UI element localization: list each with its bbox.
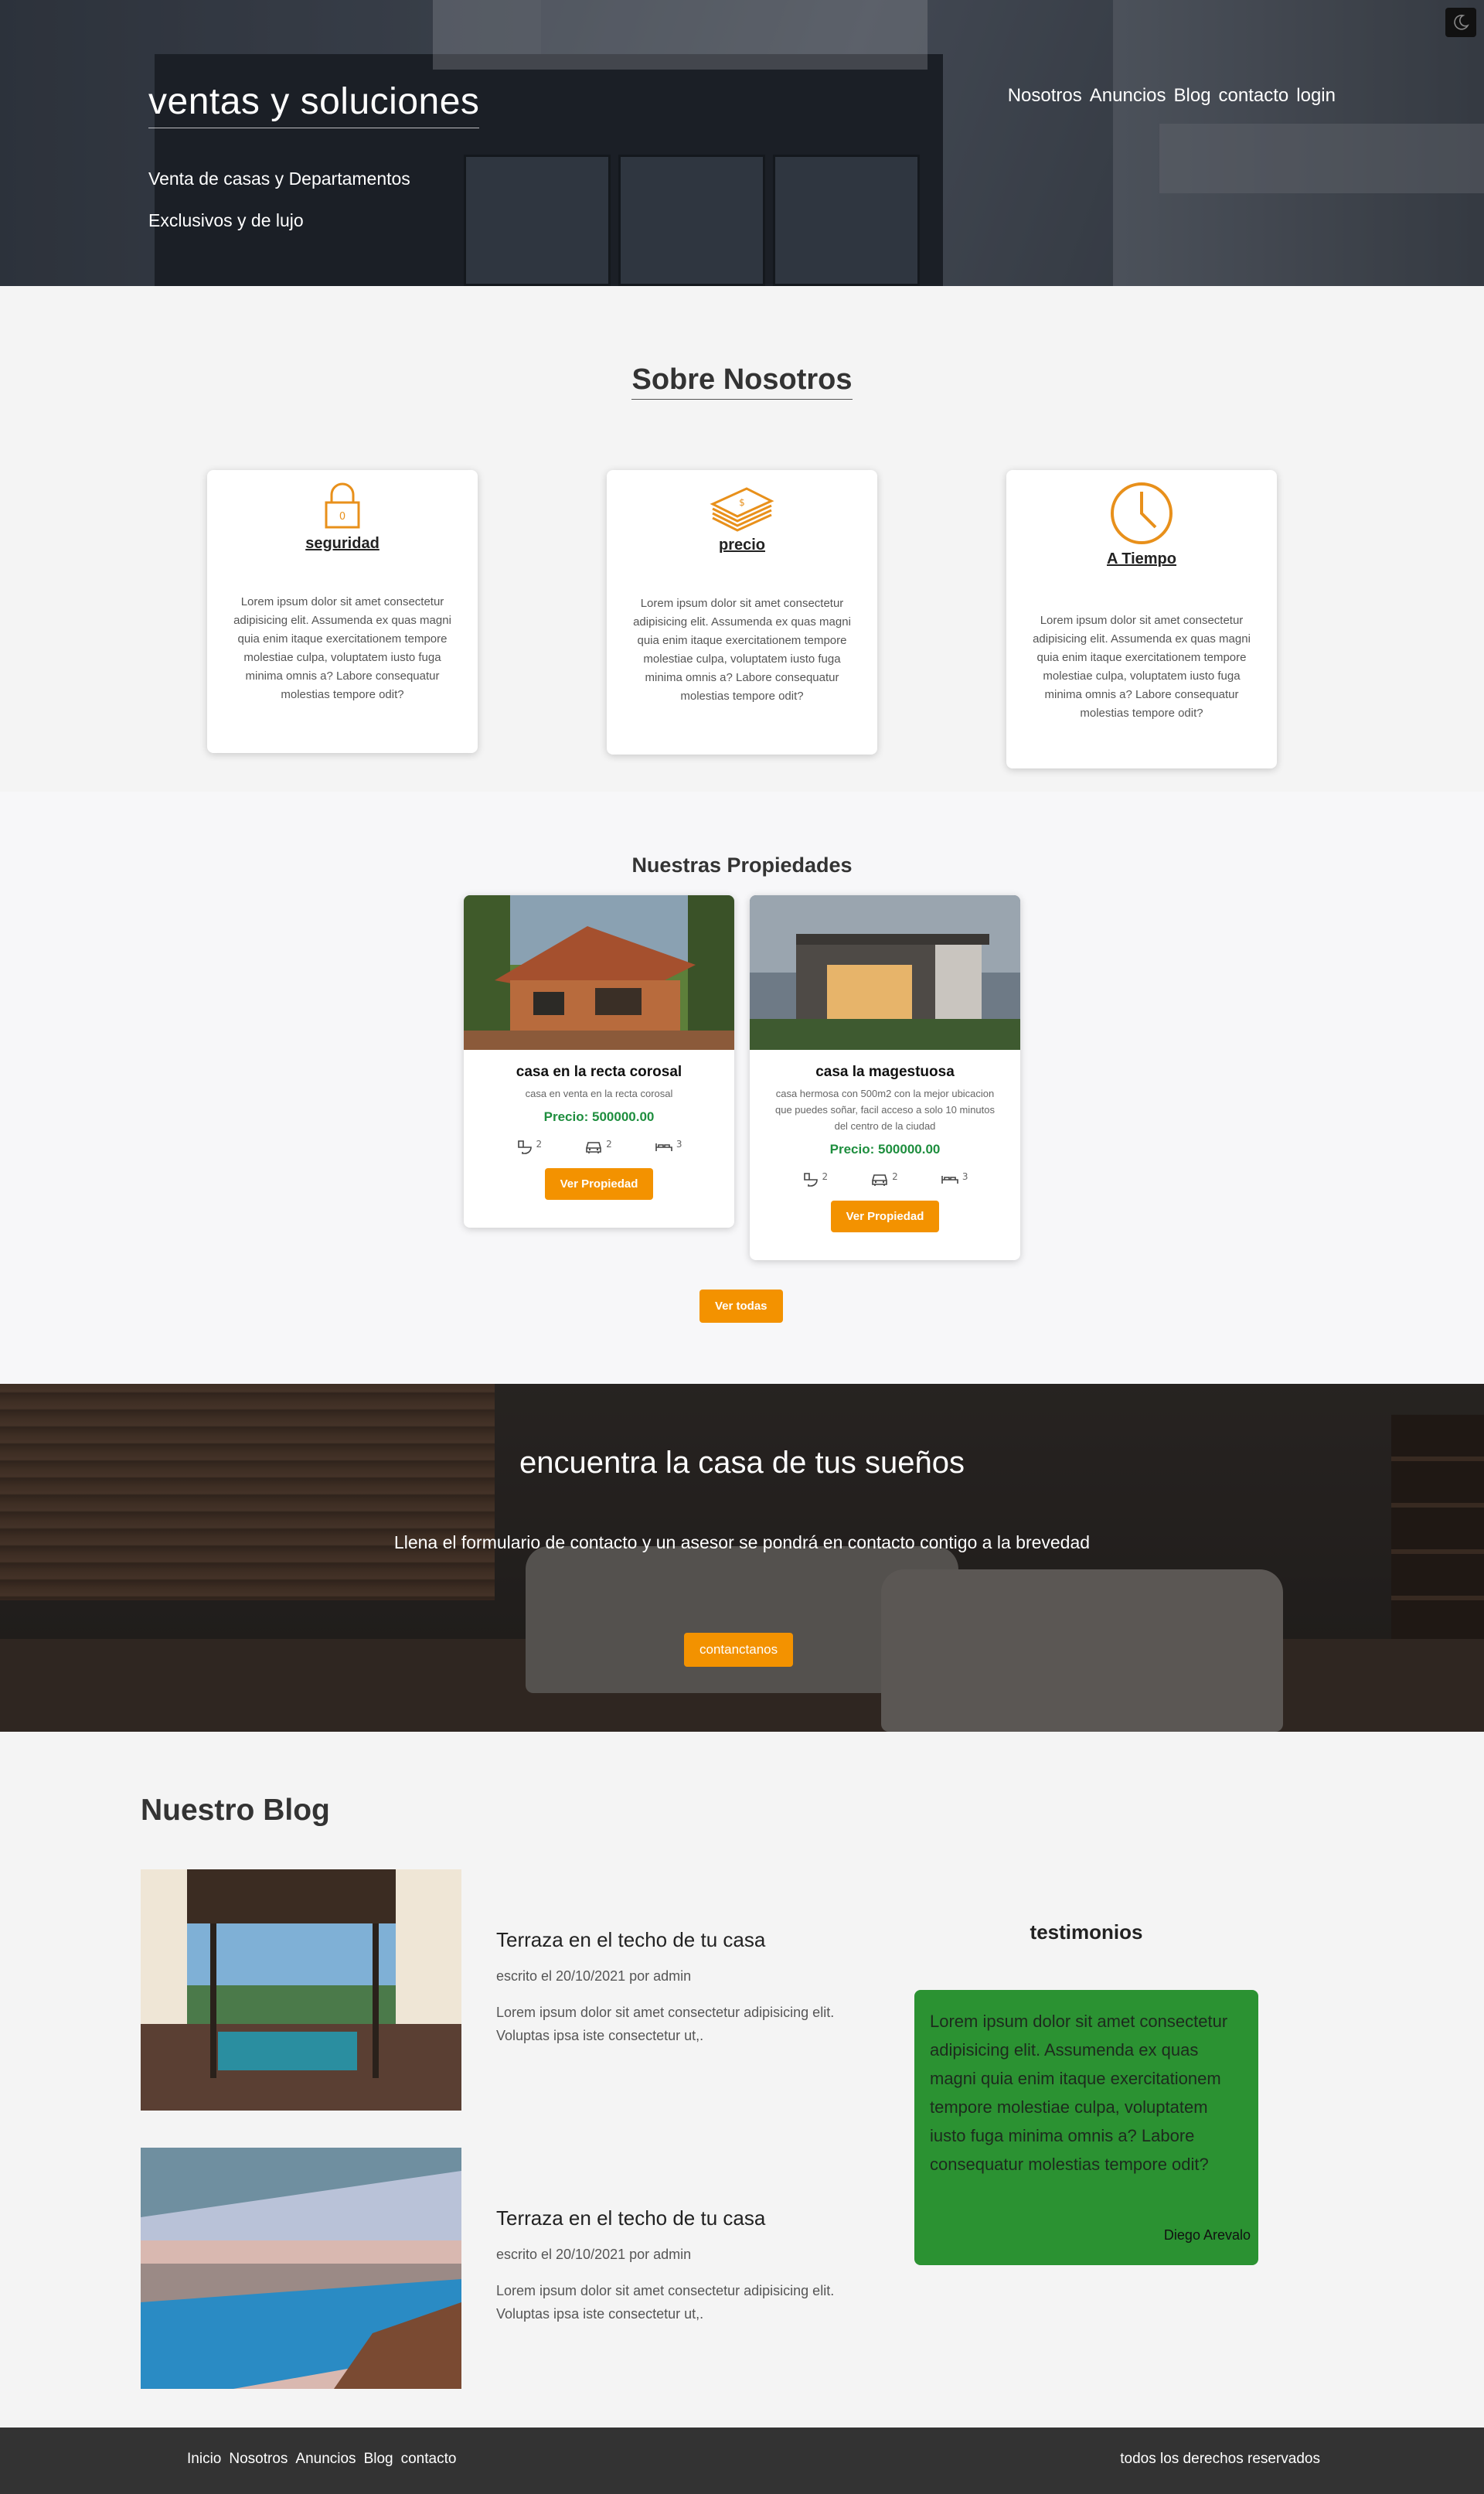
property-price: Precio: 500000.00 [829,1142,941,1157]
cta-section: encuentra la casa de tus sueños Llena el… [0,1384,1484,1732]
property-image[interactable] [750,895,1020,1050]
nav-anuncios[interactable]: Anuncios [1090,85,1166,107]
property-name: casa en la recta corosal [516,1064,682,1080]
cta-title: encuentra la casa de tus sueños [519,1446,965,1480]
about-card-text: Lorem ipsum dolor sit amet consectetur a… [633,597,851,703]
footer-nav-contacto[interactable]: contacto [401,2451,457,2468]
copyright-text: todos los derechos reservados [1120,2451,1320,2467]
footer: Inicio Nosotros Anuncios Blog contacto t… [0,2428,1484,2494]
moon-icon [1454,15,1469,30]
blog-post-image[interactable] [141,1869,461,2111]
hero-header: ventas y soluciones Venta de casas y Dep… [0,0,1484,286]
properties-section: Nuestras Propiedades casa en la recta co… [0,792,1484,1384]
bedroom-feature: 3 [655,1139,682,1156]
about-card-text: Lorem ipsum dolor sit amet consectetur a… [233,595,451,701]
property-description: casa en venta en la recta corosal [525,1088,673,1099]
property-features: 2 2 3 [464,1125,734,1156]
about-section: Sobre Nosotros 0 seguridad Lorem ipsum d… [0,286,1484,792]
about-card-a-tiempo: A Tiempo Lorem ipsum dolor sit amet cons… [1006,470,1277,768]
lock-icon: 0 [325,482,360,529]
blog-post: Terraza en el techo de tu casa escrito e… [141,2148,867,2389]
toilet-icon [803,1173,818,1187]
property-features: 2 2 3 [750,1157,1020,1188]
about-card-precio: $ precio Lorem ipsum dolor sit amet cons… [607,470,877,755]
testimonials-title: testimonios [1030,1920,1143,1944]
nav-nosotros[interactable]: Nosotros [1008,85,1082,107]
footer-nav-nosotros[interactable]: Nosotros [229,2451,288,2468]
svg-text:0: 0 [339,511,345,523]
parking-feature: 2 [870,1171,898,1188]
footer-nav-anuncios[interactable]: Anuncios [295,2451,356,2468]
testimonial-text: Lorem ipsum dolor sit amet consectetur a… [930,2012,1228,2174]
footer-nav: Inicio Nosotros Anuncios Blog contacto [187,2451,456,2468]
bedroom-feature: 3 [941,1171,968,1188]
property-card: casa la magestuosa casa hermosa con 500m… [750,895,1020,1260]
blog-post-meta: escrito el 20/10/2021 por admin [496,1968,692,1984]
testimonial-author: Diego Arevalo [1163,2227,1251,2243]
ver-todas-button[interactable]: Ver todas [699,1290,783,1323]
property-name: casa la magestuosa [815,1064,955,1080]
svg-text:$: $ [739,497,745,508]
dark-mode-toggle[interactable] [1445,8,1476,37]
clock-icon [1111,482,1173,544]
about-card-seguridad: 0 seguridad Lorem ipsum dolor sit amet c… [207,470,478,753]
footer-nav-blog[interactable]: Blog [364,2451,393,2468]
parking-feature: 2 [584,1139,612,1156]
blog-post-title[interactable]: Terraza en el techo de tu casa [496,1928,765,1952]
hero-tagline-2: Exclusivos y de lujo [148,210,304,230]
about-card-title: seguridad [305,535,380,552]
property-image[interactable] [464,895,734,1050]
blog-post-excerpt: Lorem ipsum dolor sit amet consectetur a… [496,2005,835,2043]
testimonial-card: Lorem ipsum dolor sit amet consectetur a… [914,1990,1258,2265]
main-nav: Nosotros Anuncios Blog contacto login [1008,85,1336,107]
blog-section: Nuestro Blog Terraza en el techo de tu c… [0,1732,1484,2428]
blog-post-meta: escrito el 20/10/2021 por admin [496,2247,692,2262]
bed-icon [655,1143,672,1151]
toilet-icon [517,1140,532,1154]
blog-post-title[interactable]: Terraza en el techo de tu casa [496,2206,765,2230]
brand-title[interactable]: ventas y soluciones [148,80,480,128]
property-description: casa hermosa con 500m2 con la mejor ubic… [774,1088,995,1132]
blog-post-image[interactable] [141,2148,461,2389]
about-card-title: A Tiempo [1106,550,1176,567]
bed-icon [941,1176,958,1184]
properties-title: Nuestras Propiedades [631,853,853,877]
nav-login[interactable]: login [1296,85,1336,107]
cta-text: Llena el formulario de contacto y un ase… [393,1532,1091,1552]
blog-title: Nuestro Blog [141,1794,330,1827]
footer-nav-inicio[interactable]: Inicio [187,2451,221,2468]
about-card-text: Lorem ipsum dolor sit amet consectetur a… [1033,614,1251,720]
car-icon [872,1174,887,1186]
about-title: Sobre Nosotros [631,363,853,400]
blog-post: Terraza en el techo de tu casa escrito e… [141,1869,867,2111]
blog-post-excerpt: Lorem ipsum dolor sit amet consectetur a… [496,2283,835,2322]
nav-blog[interactable]: Blog [1174,85,1211,107]
bathroom-feature: 2 [802,1171,828,1188]
money-icon: $ [710,487,774,532]
car-icon [586,1142,601,1153]
property-price: Precio: 500000.00 [543,1109,655,1124]
bathroom-feature: 2 [516,1139,542,1156]
hero-tagline-1: Venta de casas y Departamentos [148,169,410,189]
ver-propiedad-button[interactable]: Ver Propiedad [544,1168,654,1200]
about-card-title: precio [718,537,766,554]
nav-contacto[interactable]: contacto [1219,85,1289,107]
contact-button[interactable]: contanctanos [684,1633,794,1667]
property-card: casa en la recta corosal casa en venta e… [464,895,734,1228]
ver-propiedad-button[interactable]: Ver Propiedad [830,1201,940,1232]
